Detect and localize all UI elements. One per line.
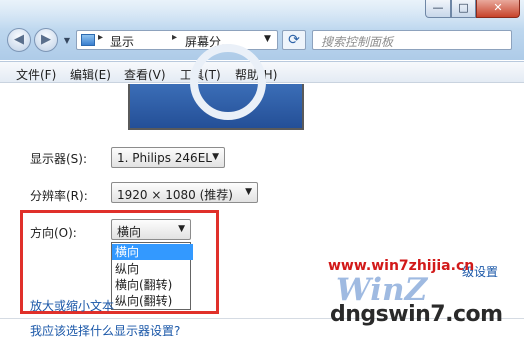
display-settings-help-link[interactable]: 我应该选择什么显示器设置? [30,322,180,339]
display-select[interactable]: 1. Philips 246EL ▼ [111,147,225,168]
address-bar[interactable]: ▸ 显示 ▸ 屏幕分... ▼ [76,30,278,50]
maximize-button[interactable]: □ [451,0,476,18]
search-placeholder: 搜索控制面板 [321,35,394,49]
orientation-select[interactable]: 横向 ▼ [111,219,191,240]
menu-view[interactable]: 查看(V) [124,66,166,83]
chevron-down-icon: ▼ [245,187,252,197]
resolution-select[interactable]: 1920 × 1080 (推荐) ▼ [111,182,258,203]
display-value: 1. Philips 246EL [117,151,212,165]
orientation-option-portrait-flipped[interactable]: 纵向(翻转) [112,293,193,309]
recent-pages-dropdown[interactable]: ▼ [62,36,72,46]
chevron-down-icon: ▼ [178,224,185,234]
orientation-option-landscape[interactable]: 横向 [112,244,193,260]
orientation-option-landscape-flipped[interactable]: 横向(翻转) [112,277,193,293]
arrow-left-icon: ◀ [14,32,24,47]
minimize-button[interactable]: — [425,0,451,18]
resolution-label: 分辨率(R): [30,189,88,203]
control-panel-icon [81,34,95,46]
breadcrumb-separator-icon[interactable]: ▸ [98,32,103,43]
forward-button[interactable]: ▶ [34,28,58,52]
address-dropdown-icon[interactable]: ▼ [264,34,271,44]
menu-file[interactable]: 文件(F) [16,66,56,83]
orientation-dropdown-list: 横向 纵向 横向(翻转) 纵向(翻转) [111,242,193,310]
breadcrumb-separator-icon[interactable]: ▸ [172,32,177,43]
refresh-button[interactable]: ⟳ [282,30,306,50]
text-size-link[interactable]: 放大或缩小文本 [30,297,114,314]
orientation-option-portrait[interactable]: 纵向 [112,261,193,277]
orientation-label: 方向(O): [30,226,77,240]
monitor-preview[interactable] [128,44,304,130]
resolution-value: 1920 × 1080 (推荐) [117,188,233,202]
orientation-value: 横向 [117,225,142,239]
watermark-domain: dngswin7.com [330,302,503,327]
arrow-right-icon: ▶ [41,32,51,47]
search-input[interactable]: 搜索控制面板 [312,30,512,50]
menu-edit[interactable]: 编辑(E) [70,66,111,83]
back-button[interactable]: ◀ [7,28,31,52]
monitor-number-badge [190,44,266,120]
display-label: 显示器(S): [30,152,88,166]
breadcrumb-display[interactable]: 显示 [110,33,134,50]
chevron-down-icon: ▼ [212,152,219,162]
close-button[interactable]: ✕ [476,0,520,18]
refresh-icon: ⟳ [288,32,300,48]
